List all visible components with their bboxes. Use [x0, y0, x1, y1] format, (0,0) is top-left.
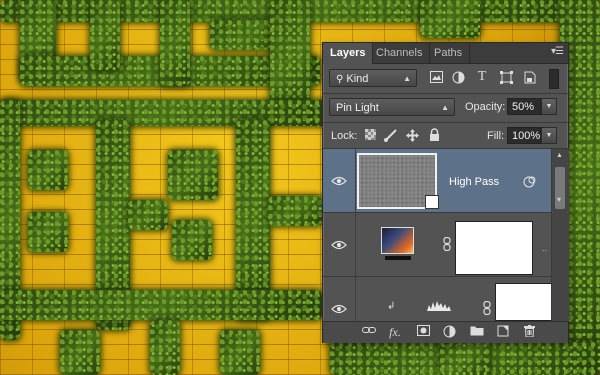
smart-filter-icon[interactable]: [523, 175, 537, 189]
lock-all-icon[interactable]: [427, 128, 441, 142]
blend-mode-dropdown[interactable]: Pin Light ▲: [329, 98, 455, 116]
filter-kind-label: Kind: [346, 73, 369, 85]
type-filter-icon[interactable]: T: [475, 70, 489, 84]
tab-layers[interactable]: Layers: [323, 43, 374, 64]
layer-row-high-pass[interactable]: High Pass: [323, 149, 551, 213]
delete-layer-icon[interactable]: [521, 325, 537, 339]
smart-object-filter-icon[interactable]: [523, 71, 537, 85]
link-layers-icon[interactable]: [361, 325, 377, 339]
grass-stroke: [168, 150, 218, 200]
filter-toggle[interactable]: [549, 69, 559, 89]
grass-stroke: [90, 0, 120, 70]
blend-row: Pin Light ▲ Opacity: 50% ▼: [323, 94, 568, 122]
link-chain-icon[interactable]: [483, 301, 491, 315]
shape-filter-icon[interactable]: [499, 71, 513, 85]
panel-tab-bar: Layers Channels Paths ▾☰: [323, 43, 568, 64]
layer-row-gradient-map[interactable]: ..: [323, 213, 551, 277]
visibility-column: [323, 149, 356, 212]
gradient-map-adjustment-icon: [381, 227, 414, 254]
adjustment-layer-icon[interactable]: [441, 325, 457, 339]
lock-position-icon[interactable]: [405, 129, 419, 143]
adjustment-base-icon: [385, 256, 411, 264]
opacity-slider-button[interactable]: ▼: [541, 98, 557, 115]
eye-icon[interactable]: [331, 304, 347, 314]
grass-stroke: [150, 320, 180, 375]
grass-stroke: [28, 212, 68, 252]
grass-stroke: [268, 196, 322, 226]
levels-histogram-icon: [427, 301, 451, 311]
scroll-up-icon[interactable]: ▲: [556, 152, 563, 159]
filter-row: ⚲ Kind ▲ T: [323, 65, 568, 93]
grass-stroke: [28, 150, 68, 190]
visibility-column: [323, 213, 356, 276]
grass-stroke: [420, 0, 480, 38]
layers-scrollbar[interactable]: ▲ ▾: [551, 149, 569, 321]
tab-paths[interactable]: Paths: [427, 43, 471, 63]
lock-label: Lock:: [331, 130, 358, 142]
dots-icon: ..: [542, 243, 548, 253]
opacity-input[interactable]: 50%: [507, 98, 541, 115]
layer-mask-thumbnail[interactable]: [495, 283, 551, 321]
grass-stroke: [0, 290, 322, 320]
visibility-column: [323, 277, 356, 321]
clipping-arrow-icon: ↲: [387, 301, 396, 312]
new-group-icon[interactable]: [469, 325, 485, 339]
layer-name[interactable]: High Pass: [449, 176, 499, 188]
lock-pixels-icon[interactable]: [383, 129, 397, 143]
pixel-filter-icon[interactable]: [429, 71, 443, 85]
new-layer-icon[interactable]: [495, 325, 511, 339]
blend-mode-value: Pin Light: [336, 102, 379, 114]
layers-panel: Layers Channels Paths ▾☰ ⚲ Kind ▲ T Pin …: [322, 42, 569, 343]
grass-stroke: [60, 330, 100, 375]
grass-stroke: [128, 200, 168, 230]
fill-input[interactable]: 100%: [507, 127, 541, 144]
smart-object-badge-icon: [425, 195, 439, 209]
grass-stroke: [160, 0, 190, 86]
chevron-updown-icon: ▲: [403, 74, 411, 83]
search-icon: ⚲: [336, 74, 344, 85]
grass-stroke: [0, 100, 330, 126]
opacity-label: Opacity:: [465, 101, 506, 113]
add-mask-icon[interactable]: [415, 325, 431, 339]
panel-menu-icon[interactable]: ▾☰: [551, 46, 564, 57]
fill-label: Fill:: [487, 130, 505, 142]
collapse-arrow-icon[interactable]: ▾: [557, 195, 561, 204]
layer-mask-thumbnail[interactable]: [455, 221, 533, 275]
grass-stroke: [172, 220, 212, 260]
lock-transparent-icon[interactable]: [363, 129, 377, 143]
eye-icon[interactable]: [331, 240, 347, 250]
chevron-updown-icon: ▲: [441, 103, 449, 112]
layer-row-levels[interactable]: ↲: [323, 277, 551, 321]
eye-icon[interactable]: [331, 176, 347, 186]
grass-stroke: [220, 330, 260, 375]
panel-footer: fx.: [323, 321, 568, 343]
layer-style-icon[interactable]: fx.: [387, 325, 403, 339]
adjustment-filter-icon[interactable]: [451, 71, 465, 85]
fill-slider-button[interactable]: ▼: [541, 127, 557, 144]
filter-kind-dropdown[interactable]: ⚲ Kind ▲: [329, 69, 417, 87]
tab-channels[interactable]: Channels: [369, 43, 431, 63]
grass-stroke: [440, 340, 490, 375]
lock-row: Lock: Fill: 100% ▼: [323, 123, 568, 149]
link-chain-icon[interactable]: [443, 237, 451, 251]
